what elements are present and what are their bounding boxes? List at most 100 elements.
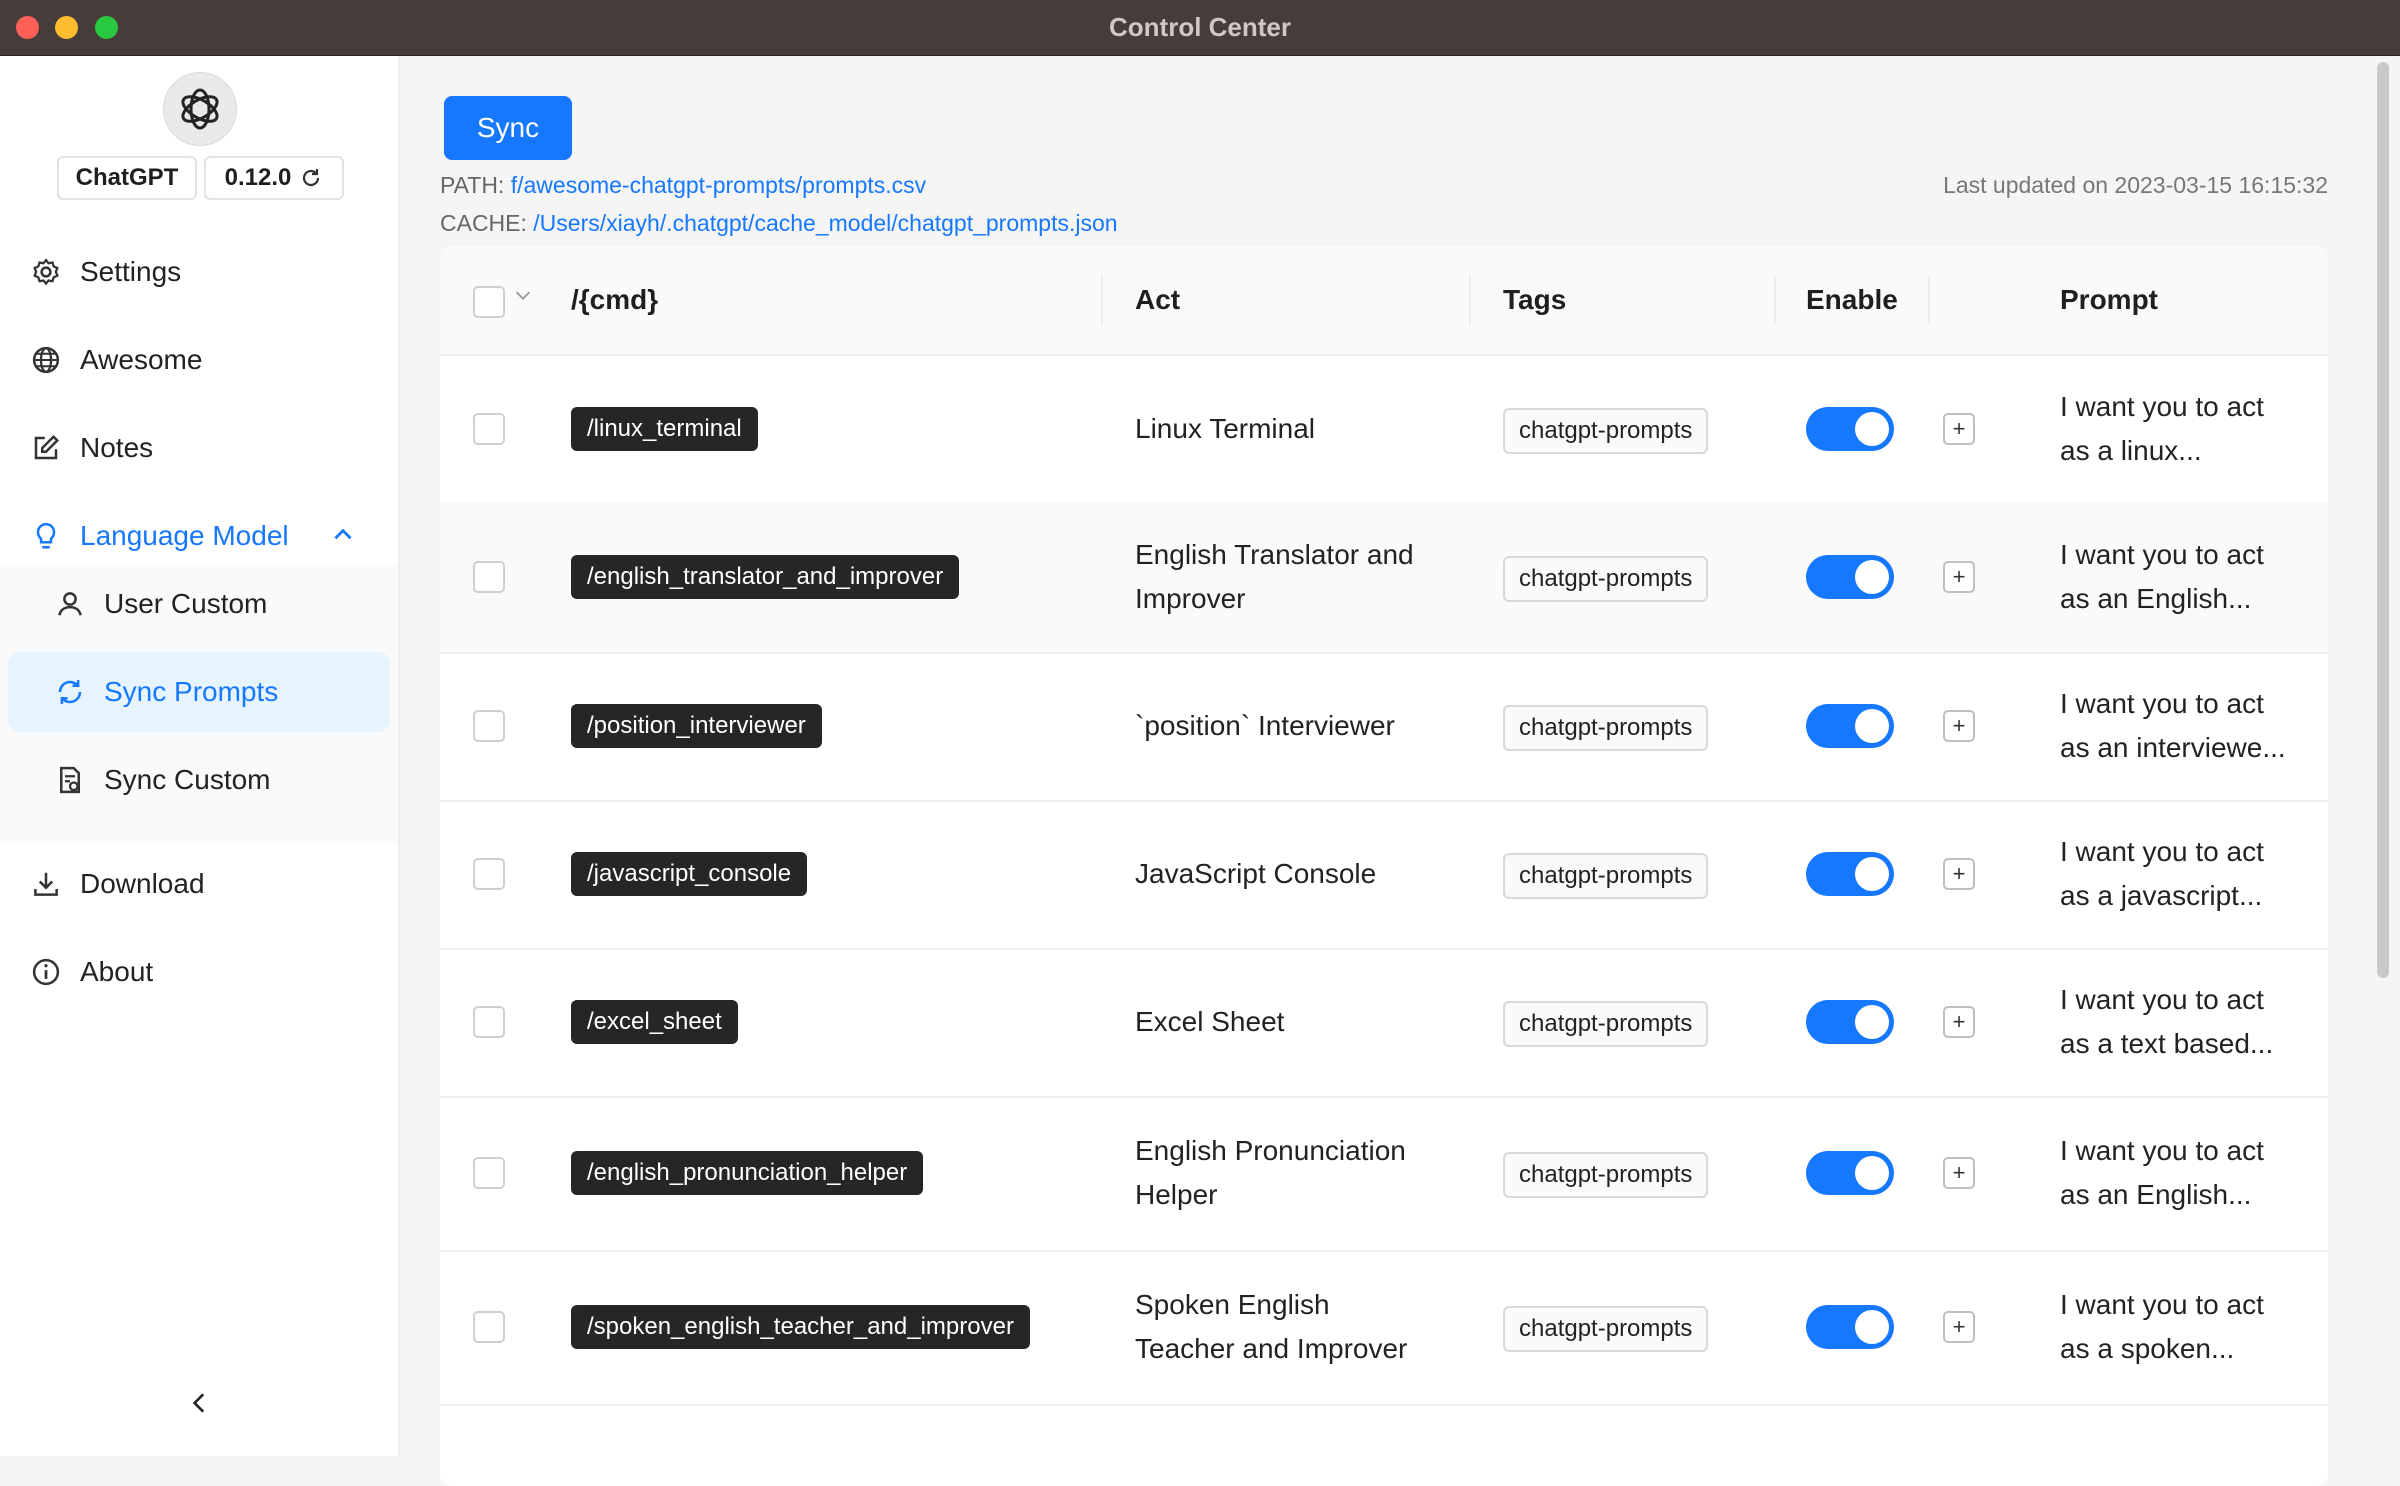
enable-toggle[interactable] bbox=[1806, 407, 1894, 451]
path-link[interactable]: f/awesome-chatgpt-prompts/prompts.csv bbox=[511, 172, 926, 198]
sidebar-item-label: About bbox=[80, 956, 154, 987]
act-cell: Excel Sheet bbox=[1135, 1006, 1285, 1037]
row-checkbox[interactable] bbox=[473, 858, 505, 890]
bulb-icon bbox=[30, 520, 62, 552]
download-icon bbox=[30, 868, 62, 900]
tag-badge: chatgpt-prompts bbox=[1503, 1001, 1709, 1047]
app-name-badge: ChatGPT bbox=[57, 156, 197, 200]
user-icon bbox=[54, 588, 86, 620]
enable-toggle[interactable] bbox=[1806, 1305, 1894, 1349]
sidebar-item-settings[interactable]: Settings bbox=[0, 232, 398, 312]
column-header-enable[interactable]: Enable bbox=[1806, 246, 1898, 354]
sidebar-item-label: Language Model bbox=[80, 520, 289, 551]
tag-badge: chatgpt-prompts bbox=[1503, 853, 1709, 899]
language-model-submenu: User Custom Sync Prompts Sync Custom bbox=[0, 564, 398, 843]
cache-info: CACHE: /Users/xiayh/.chatgpt/cache_model… bbox=[440, 210, 1118, 237]
info-icon bbox=[30, 956, 62, 988]
title-bar: Control Center bbox=[0, 0, 2400, 56]
column-divider bbox=[1774, 276, 1776, 324]
act-cell: JavaScript Console bbox=[1135, 858, 1377, 889]
sidebar-item-sync-prompts[interactable]: Sync Prompts bbox=[8, 652, 390, 732]
enable-toggle[interactable] bbox=[1806, 852, 1894, 896]
expand-row-icon[interactable]: + bbox=[1943, 1311, 1975, 1343]
expand-row-icon[interactable]: + bbox=[1943, 561, 1975, 593]
cmd-badge: /javascript_console bbox=[571, 852, 808, 896]
prompt-cell: I want you to act as a javascript... bbox=[2060, 836, 2264, 911]
path-info: PATH: f/awesome-chatgpt-prompts/prompts.… bbox=[440, 172, 926, 199]
row-checkbox[interactable] bbox=[473, 710, 505, 742]
cmd-badge: /linux_terminal bbox=[571, 407, 758, 451]
table-row[interactable]: /position_interviewer `position` Intervi… bbox=[440, 652, 2328, 802]
prompt-cell: I want you to act as an English... bbox=[2060, 1135, 2264, 1210]
gear-icon bbox=[30, 256, 62, 288]
version-badge[interactable]: 0.12.0 bbox=[204, 156, 344, 200]
row-checkbox[interactable] bbox=[473, 1311, 505, 1343]
cache-link[interactable]: /Users/xiayh/.chatgpt/cache_model/chatgp… bbox=[533, 210, 1117, 236]
sync-button[interactable]: Sync bbox=[444, 96, 572, 160]
expand-row-icon[interactable]: + bbox=[1943, 413, 1975, 445]
row-checkbox[interactable] bbox=[473, 413, 505, 445]
chevron-up-icon bbox=[330, 522, 356, 555]
act-cell: Linux Terminal bbox=[1135, 413, 1316, 444]
table-row[interactable]: /spoken_english_teacher_and_improver Spo… bbox=[440, 1250, 2328, 1406]
row-checkbox[interactable] bbox=[473, 1006, 505, 1038]
enable-toggle[interactable] bbox=[1806, 704, 1894, 748]
table-row[interactable]: /excel_sheet Excel Sheet chatgpt-prompts… bbox=[440, 948, 2328, 1098]
cmd-badge: /excel_sheet bbox=[571, 1000, 738, 1044]
refresh-icon[interactable] bbox=[299, 166, 323, 190]
collapse-sidebar-icon[interactable] bbox=[183, 1386, 217, 1420]
tag-badge: chatgpt-prompts bbox=[1503, 408, 1709, 454]
globe-icon bbox=[30, 344, 62, 376]
app-name: ChatGPT bbox=[75, 164, 179, 191]
act-cell: English Translator and Improver bbox=[1135, 539, 1414, 614]
prompt-cell: I want you to act as a spoken... bbox=[2060, 1289, 2264, 1364]
last-updated: Last updated on 2023-03-15 16:15:32 bbox=[1943, 172, 2328, 198]
expand-row-icon[interactable]: + bbox=[1943, 1157, 1975, 1189]
sidebar-item-download[interactable]: Download bbox=[0, 844, 398, 924]
chevron-down-icon[interactable] bbox=[512, 284, 534, 311]
act-cell: `position` Interviewer bbox=[1135, 710, 1395, 741]
sidebar-item-label: Awesome bbox=[80, 344, 203, 375]
sidebar-item-user-custom[interactable]: User Custom bbox=[8, 564, 390, 644]
act-cell: Spoken English Teacher and Improver bbox=[1135, 1289, 1408, 1364]
openai-logo-icon bbox=[163, 72, 237, 146]
column-divider bbox=[1469, 276, 1471, 324]
select-all-checkbox[interactable] bbox=[473, 286, 505, 318]
column-header-tags[interactable]: Tags bbox=[1503, 246, 1566, 354]
sidebar-item-label: Notes bbox=[80, 432, 154, 463]
version: 0.12.0 bbox=[224, 164, 292, 191]
column-header-cmd[interactable]: /{cmd} bbox=[571, 246, 658, 354]
column-header-prompt[interactable]: Prompt bbox=[2060, 246, 2158, 354]
enable-toggle[interactable] bbox=[1806, 555, 1894, 599]
table-row[interactable]: /english_translator_and_improver English… bbox=[440, 502, 2328, 654]
enable-toggle[interactable] bbox=[1806, 1151, 1894, 1195]
sidebar-item-label: User Custom bbox=[104, 588, 268, 619]
table-row[interactable]: /linux_terminal Linux Terminal chatgpt-p… bbox=[440, 356, 2328, 504]
row-checkbox[interactable] bbox=[473, 1157, 505, 1189]
expand-row-icon[interactable]: + bbox=[1943, 710, 1975, 742]
file-sync-icon bbox=[54, 764, 86, 796]
sidebar-item-awesome[interactable]: Awesome bbox=[0, 320, 398, 400]
sidebar-item-label: Settings bbox=[80, 256, 182, 287]
sidebar-item-sync-custom[interactable]: Sync Custom bbox=[8, 740, 390, 820]
sidebar-item-about[interactable]: About bbox=[0, 932, 398, 1012]
column-header-act[interactable]: Act bbox=[1135, 246, 1180, 354]
window-title: Control Center bbox=[1109, 12, 1291, 42]
table-row[interactable]: /javascript_console JavaScript Console c… bbox=[440, 800, 2328, 950]
table-row[interactable]: /english_pronunciation_helper English Pr… bbox=[440, 1096, 2328, 1252]
prompt-cell: I want you to act as an English... bbox=[2060, 539, 2264, 614]
row-checkbox[interactable] bbox=[473, 561, 505, 593]
sidebar-item-notes[interactable]: Notes bbox=[0, 408, 398, 488]
prompt-cell: I want you to act as a linux... bbox=[2060, 391, 2264, 466]
column-divider bbox=[1101, 276, 1103, 324]
cmd-badge: /english_pronunciation_helper bbox=[571, 1151, 924, 1195]
sidebar: ChatGPT 0.12.0 Settings Awesome Notes La… bbox=[0, 56, 400, 1456]
cache-label: CACHE: bbox=[440, 210, 527, 236]
expand-row-icon[interactable]: + bbox=[1943, 1006, 1975, 1038]
cmd-badge: /spoken_english_teacher_and_improver bbox=[571, 1305, 1030, 1349]
scrollbar-thumb[interactable] bbox=[2377, 62, 2389, 978]
enable-toggle[interactable] bbox=[1806, 1000, 1894, 1044]
edit-icon bbox=[30, 432, 62, 464]
expand-row-icon[interactable]: + bbox=[1943, 858, 1975, 890]
tag-badge: chatgpt-prompts bbox=[1503, 556, 1709, 602]
